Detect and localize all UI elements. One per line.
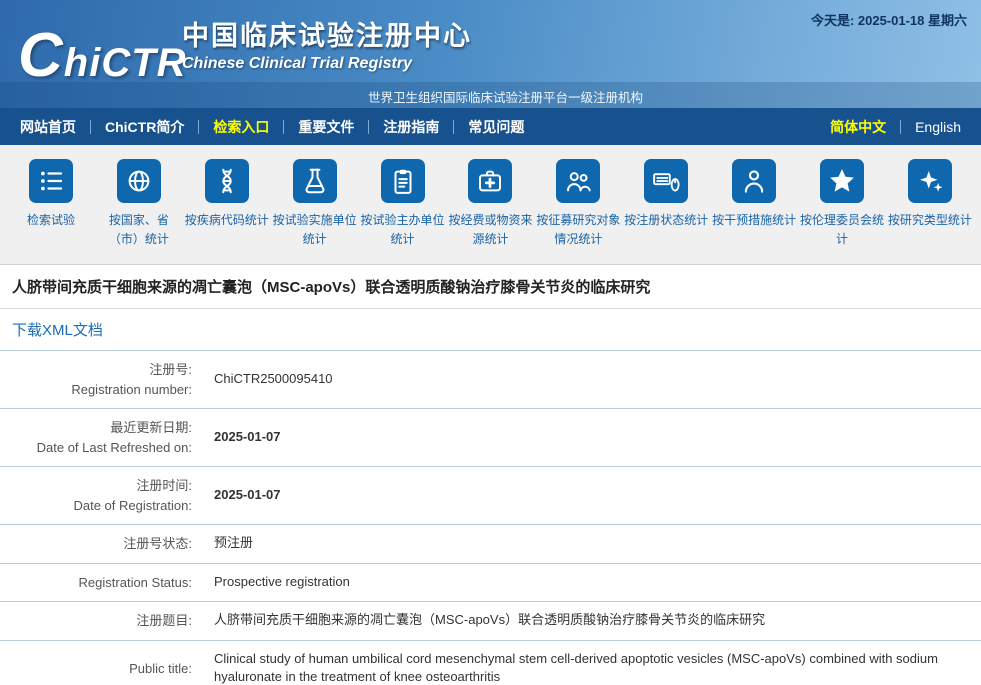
tool-label: 检索试验	[27, 211, 75, 230]
registration-details-table: 注册号: Registration number: ChiCTR25000954…	[0, 351, 981, 685]
tool-stats-by-disease-code[interactable]: 按疾病代码统计	[184, 159, 270, 230]
nav-divider	[900, 120, 901, 134]
tool-stats-by-funding-source[interactable]: 按经费或物资来源统计	[447, 159, 533, 248]
nav-item-search[interactable]: 检索入口	[207, 117, 275, 137]
nav-divider	[368, 120, 369, 134]
nav-divider	[90, 120, 91, 134]
tool-stats-by-implementing-unit[interactable]: 按试验实施单位统计	[272, 159, 358, 248]
row-value: 2025-01-07	[202, 409, 981, 467]
site-title-cn: 中国临床试验注册中心	[182, 14, 472, 53]
people-icon	[556, 159, 600, 203]
stats-toolbar: 检索试验 按国家、省（市）统计 按疾病代码统计	[0, 145, 981, 265]
chictr-logo[interactable]: ChiCTR	[18, 20, 187, 91]
tool-label: 按干预措施统计	[712, 211, 796, 230]
nav-divider	[453, 120, 454, 134]
row-label-en: Registration number:	[10, 380, 192, 400]
nav-item-about[interactable]: ChiCTR简介	[99, 117, 190, 137]
row-value: 人脐带间充质干细胞来源的凋亡囊泡（MSC-apoVs）联合透明质酸钠治疗膝骨关节…	[202, 602, 981, 641]
lang-simplified-chinese[interactable]: 简体中文	[824, 117, 892, 137]
current-date: 今天是: 2025-01-18 星期六	[811, 10, 967, 29]
detail-row-date-of-registration: 注册时间: Date of Registration: 2025-01-07	[0, 467, 981, 525]
row-value: ChiCTR2500095410	[202, 351, 981, 409]
tool-stats-by-ethics-committee[interactable]: 按伦理委员会统计	[799, 159, 885, 248]
download-xml-link[interactable]: 下载XML文档	[12, 322, 103, 339]
detail-row-registration-number: 注册号: Registration number: ChiCTR25000954…	[0, 351, 981, 409]
detail-row-registration-status-en: Registration Status: Prospective registr…	[0, 563, 981, 602]
dna-icon	[205, 159, 249, 203]
nav-item-home[interactable]: 网站首页	[14, 117, 82, 137]
tool-stats-by-recruitment[interactable]: 按征募研究对象情况统计	[535, 159, 621, 248]
xml-download-row: 下载XML文档	[0, 309, 981, 351]
tool-label: 按经费或物资来源统计	[447, 211, 533, 248]
row-label-cn: 最近更新日期:	[10, 418, 192, 438]
tool-stats-by-country[interactable]: 按国家、省（市）统计	[96, 159, 182, 248]
detail-row-public-title: Public title: Clinical study of human um…	[0, 640, 981, 685]
row-label-en: Date of Last Refreshed on:	[10, 438, 192, 458]
tool-stats-by-intervention[interactable]: 按干预措施统计	[711, 159, 797, 230]
detail-row-last-refreshed: 最近更新日期: Date of Last Refreshed on: 2025-…	[0, 409, 981, 467]
site-header: ChiCTR 中国临床试验注册中心 Chinese Clinical Trial…	[0, 0, 981, 108]
row-label-cn: 注册号状态:	[10, 534, 192, 554]
detail-row-registration-title: 注册题目: 人脐带间充质干细胞来源的凋亡囊泡（MSC-apoVs）联合透明质酸钠…	[0, 602, 981, 641]
tool-label: 按伦理委员会统计	[799, 211, 885, 248]
medical-kit-icon	[468, 159, 512, 203]
tool-search-trials[interactable]: 检索试验	[8, 159, 94, 230]
row-value: 预注册	[202, 525, 981, 564]
detail-row-registration-status-cn: 注册号状态: 预注册	[0, 525, 981, 564]
site-tagline: 世界卫生组织国际临床试验注册平台一级注册机构	[368, 87, 643, 106]
tool-label: 按研究类型统计	[888, 211, 972, 230]
nav-item-faq[interactable]: 常见问题	[462, 117, 530, 137]
tool-label: 按征募研究对象情况统计	[535, 211, 621, 248]
tool-stats-by-registration-status[interactable]: 按注册状态统计	[623, 159, 709, 230]
tool-stats-by-sponsor-unit[interactable]: 按试验主办单位统计	[360, 159, 446, 248]
language-switcher: 简体中文 English	[824, 117, 967, 137]
site-titles: 中国临床试验注册中心 Chinese Clinical Trial Regist…	[182, 14, 472, 73]
star-icon	[820, 159, 864, 203]
person-icon	[732, 159, 776, 203]
row-label-cn: 注册号:	[10, 360, 192, 380]
nav-divider	[198, 120, 199, 134]
nav-divider	[283, 120, 284, 134]
site-title-en: Chinese Clinical Trial Registry	[182, 55, 472, 73]
tool-label: 按试验主办单位统计	[360, 211, 446, 248]
tool-label: 按注册状态统计	[624, 211, 708, 230]
sparkles-icon	[908, 159, 952, 203]
numbered-list-icon	[29, 159, 73, 203]
nav-item-documents[interactable]: 重要文件	[292, 117, 360, 137]
row-label-cn: 注册时间:	[10, 476, 192, 496]
row-label-cn: 注册题目:	[10, 611, 192, 631]
keyboard-mouse-icon	[644, 159, 688, 203]
lang-english[interactable]: English	[909, 119, 967, 135]
main-nav: 网站首页 ChiCTR简介 检索入口 重要文件 注册指南 常见问题 简体中文 E…	[0, 108, 981, 145]
tool-label: 按疾病代码统计	[185, 211, 269, 230]
clipboard-icon	[381, 159, 425, 203]
row-value: Prospective registration	[202, 563, 981, 602]
nav-item-guide[interactable]: 注册指南	[377, 117, 445, 137]
tool-label: 按国家、省（市）统计	[96, 211, 182, 248]
tool-label: 按试验实施单位统计	[272, 211, 358, 248]
row-label-en: Date of Registration:	[10, 496, 192, 516]
header-strip: 世界卫生组织国际临床试验注册平台一级注册机构	[0, 82, 981, 108]
globe-icon	[117, 159, 161, 203]
row-value: Clinical study of human umbilical cord m…	[202, 640, 981, 685]
tool-stats-by-study-type[interactable]: 按研究类型统计	[887, 159, 973, 230]
row-value: 2025-01-07	[202, 467, 981, 525]
flask-icon	[293, 159, 337, 203]
page-title: 人脐带间充质干细胞来源的凋亡囊泡（MSC-apoVs）联合透明质酸钠治疗膝骨关节…	[0, 265, 981, 309]
row-label-en: Registration Status:	[10, 573, 192, 593]
row-label-en: Public title:	[10, 659, 192, 679]
